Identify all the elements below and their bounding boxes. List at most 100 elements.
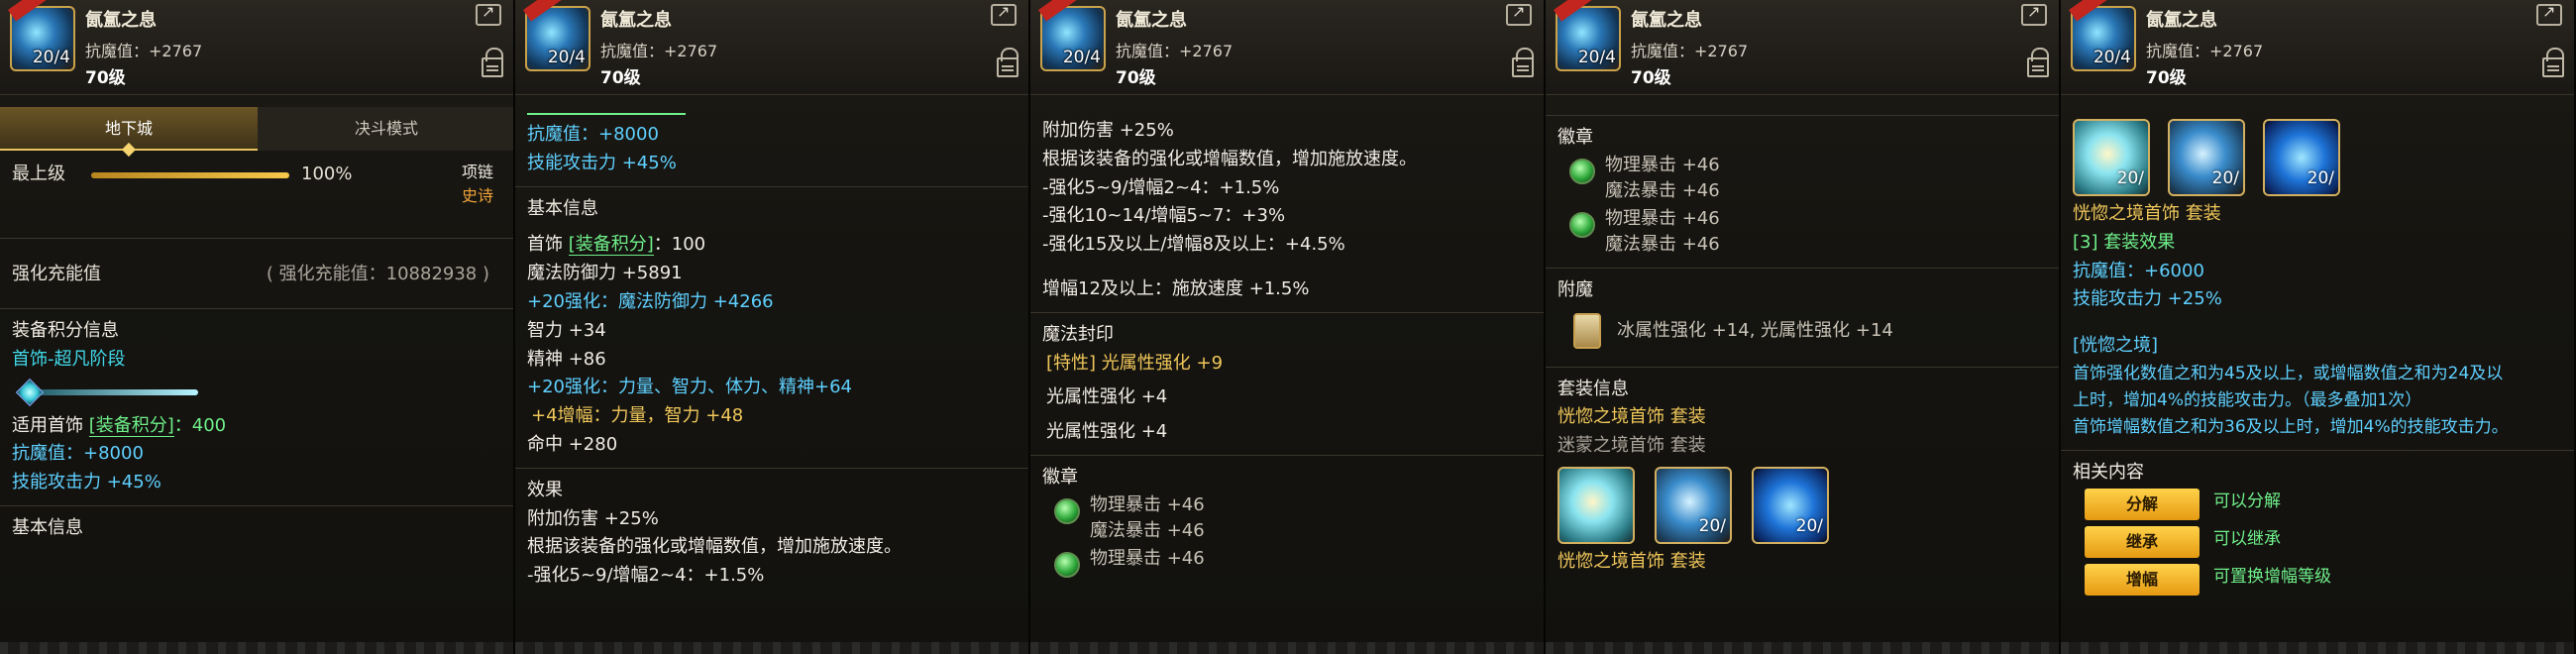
set-name: 迷蒙之境首饰 套装 — [1557, 435, 1706, 457]
ribbon-icon — [1038, 0, 1079, 22]
emblem-title: 徽章 — [1557, 127, 1593, 148]
divider — [0, 308, 513, 309]
item-resist: 抗魔值：+2767 — [1631, 42, 1749, 60]
item-icon: 20/4 — [1554, 0, 1621, 71]
amplify-desc: 可置换增幅等级 — [2213, 567, 2331, 588]
item-level: 70级 — [2146, 68, 2187, 88]
active-diamond-icon — [121, 142, 137, 158]
bottom-bar — [0, 642, 513, 654]
emblem-orb-icon — [1054, 497, 1080, 524]
realm-line: 首饰增幅数值之和为36及以上时，增加4%的技能攻击力。 — [2073, 417, 2509, 438]
resist-stat: 抗魔值：+8000 — [527, 124, 659, 145]
effect-title: 效果 — [527, 479, 563, 500]
lock-icon[interactable] — [997, 48, 1019, 77]
disassemble-button[interactable]: 分解 — [2085, 489, 2200, 521]
icon-level: 20/4 — [1577, 48, 1616, 67]
amplify-button[interactable]: 增幅 — [2085, 564, 2200, 597]
lock-icon[interactable] — [1512, 48, 1534, 77]
ribbon-icon — [8, 0, 49, 22]
set-item-thumb[interactable] — [1557, 466, 1635, 544]
max-progress-bar — [91, 172, 289, 178]
ribbon-icon — [2069, 0, 2109, 22]
acc-row: 首饰 [装备积分]：100 — [527, 231, 1019, 260]
int-stat: 智力 +34 — [527, 319, 606, 341]
related-title: 相关内容 — [2073, 461, 2144, 483]
effect-line: -强化5~9/增幅2~4：+1.5% — [527, 565, 765, 587]
emblem-row: 物理暴击 +46 — [1042, 546, 1534, 600]
disassemble-desc: 可以分解 — [2213, 491, 2281, 512]
set-item-thumb[interactable]: 20/ — [2263, 119, 2340, 196]
set-footer: 恍惚之境首饰 套装 — [1557, 550, 1706, 572]
set-item-thumb[interactable]: 20/ — [2168, 119, 2245, 196]
share-icon[interactable] — [1506, 2, 1532, 26]
item-header: 20/4 氤氲之息 抗魔值：+2767 70级 — [1546, 0, 2059, 95]
set-item-thumb[interactable]: 20/ — [1655, 466, 1732, 544]
emblem-row: 物理暴击 +46 魔法暴击 +46 — [1557, 206, 2049, 260]
rarity: 史诗 — [461, 186, 493, 205]
enchant-row: 冰属性强化 +14, 光属性强化 +14 — [1557, 309, 2049, 359]
effect-line: 根据该装备的强化或增幅数值，增加施放速度。 — [1042, 148, 1417, 169]
gem-icon — [15, 378, 45, 406]
acc-value: ：100 — [653, 234, 706, 256]
max-label: 最上级 — [12, 164, 65, 184]
divider — [1546, 366, 2059, 368]
ribbon-icon — [1554, 0, 1594, 22]
item-header: 20/4 氤氲之息 抗魔值：+2767 70级 — [2061, 0, 2574, 95]
thumb-level: 20/ — [1795, 515, 1823, 536]
set-name: 恍惚之境首饰 套装 — [1557, 406, 1706, 428]
tab-pvp[interactable]: 决斗模式 — [258, 107, 513, 151]
tab-dungeon[interactable]: 地下城 — [0, 107, 258, 158]
inherit-button[interactable]: 继承 — [2085, 526, 2200, 559]
share-icon[interactable] — [2536, 2, 2562, 26]
emblem-text: 物理暴击 +46 魔法暴击 +46 — [1090, 492, 1205, 544]
item-header: 20/4 氤氲之息 抗魔值：+2767 70级 — [0, 0, 513, 95]
realm-line: 首饰强化数值之和为45及以上，或增幅数值之和为24及以 — [2073, 363, 2504, 383]
seal-title: 魔法封印 — [1042, 323, 1114, 345]
effect-line: 增幅12及以上：施放速度 +1.5% — [1042, 277, 1310, 299]
item-icon: 20/4 — [2069, 0, 2136, 71]
emblem-row: 物理暴击 +46 魔法暴击 +46 — [1042, 492, 1534, 546]
stage-bar — [12, 378, 503, 406]
effect-line: -强化10~14/增幅5~7：+3% — [1042, 205, 1286, 227]
charge-value: ( 强化充能值：10882938 ) — [266, 264, 489, 284]
lock-icon[interactable] — [2027, 48, 2049, 77]
max-progress-fill — [91, 172, 289, 178]
charge-label: 强化充能值 — [12, 264, 101, 284]
set-item-thumb[interactable]: 20/ — [2073, 119, 2150, 196]
apply-row: 适用首饰 [装备积分]：400 — [12, 412, 503, 441]
effect-line: 附加伤害 +25% — [527, 507, 659, 529]
resist-stat: 抗魔值：+6000 — [2073, 260, 2204, 281]
divider — [515, 185, 1028, 187]
score-underline — [527, 113, 686, 115]
spirit-stat: 精神 +86 — [527, 348, 606, 370]
emblem-text: 物理暴击 +46 魔法暴击 +46 — [1605, 153, 1720, 204]
related-row: 分解 可以分解 — [2073, 487, 2564, 524]
bottom-bar — [1030, 642, 1544, 654]
ribbon-icon — [523, 0, 564, 22]
enchant-card-icon — [1573, 312, 1601, 349]
mode-tabs: 地下城 决斗模式 — [0, 107, 513, 158]
basic-info-title: 基本信息 — [12, 516, 83, 538]
apply-label: 适用首饰 — [12, 414, 83, 436]
share-icon[interactable] — [2021, 2, 2047, 26]
set-effect: [3] 套装效果 — [2073, 231, 2176, 253]
set-item-thumb[interactable]: 20/ — [1752, 466, 1829, 544]
lock-icon[interactable] — [482, 48, 503, 77]
emblem-title: 徽章 — [1042, 466, 1078, 488]
resist-stat: 抗魔值：+8000 — [12, 443, 144, 465]
share-icon[interactable] — [476, 2, 501, 26]
share-icon[interactable] — [991, 2, 1017, 26]
stage-track — [30, 388, 198, 395]
skill-atk-stat: 技能攻击力 +25% — [2073, 288, 2222, 310]
stage-label: 首饰-超凡阶段 — [12, 348, 126, 370]
acc-label: 首饰 — [527, 234, 563, 256]
set-thumbs: 20/ 20/ 20/ — [2073, 119, 2564, 196]
emblem-stat: 物理暴击 +46 — [1605, 154, 1720, 175]
thumb-level: 20/ — [2307, 167, 2334, 188]
lock-icon[interactable] — [2542, 48, 2564, 77]
skill-atk-stat: 技能攻击力 +45% — [527, 152, 677, 173]
item-header: 20/4 氤氲之息 抗魔值：+2767 70级 — [1030, 0, 1544, 95]
emblem-orb-icon — [1569, 211, 1595, 238]
